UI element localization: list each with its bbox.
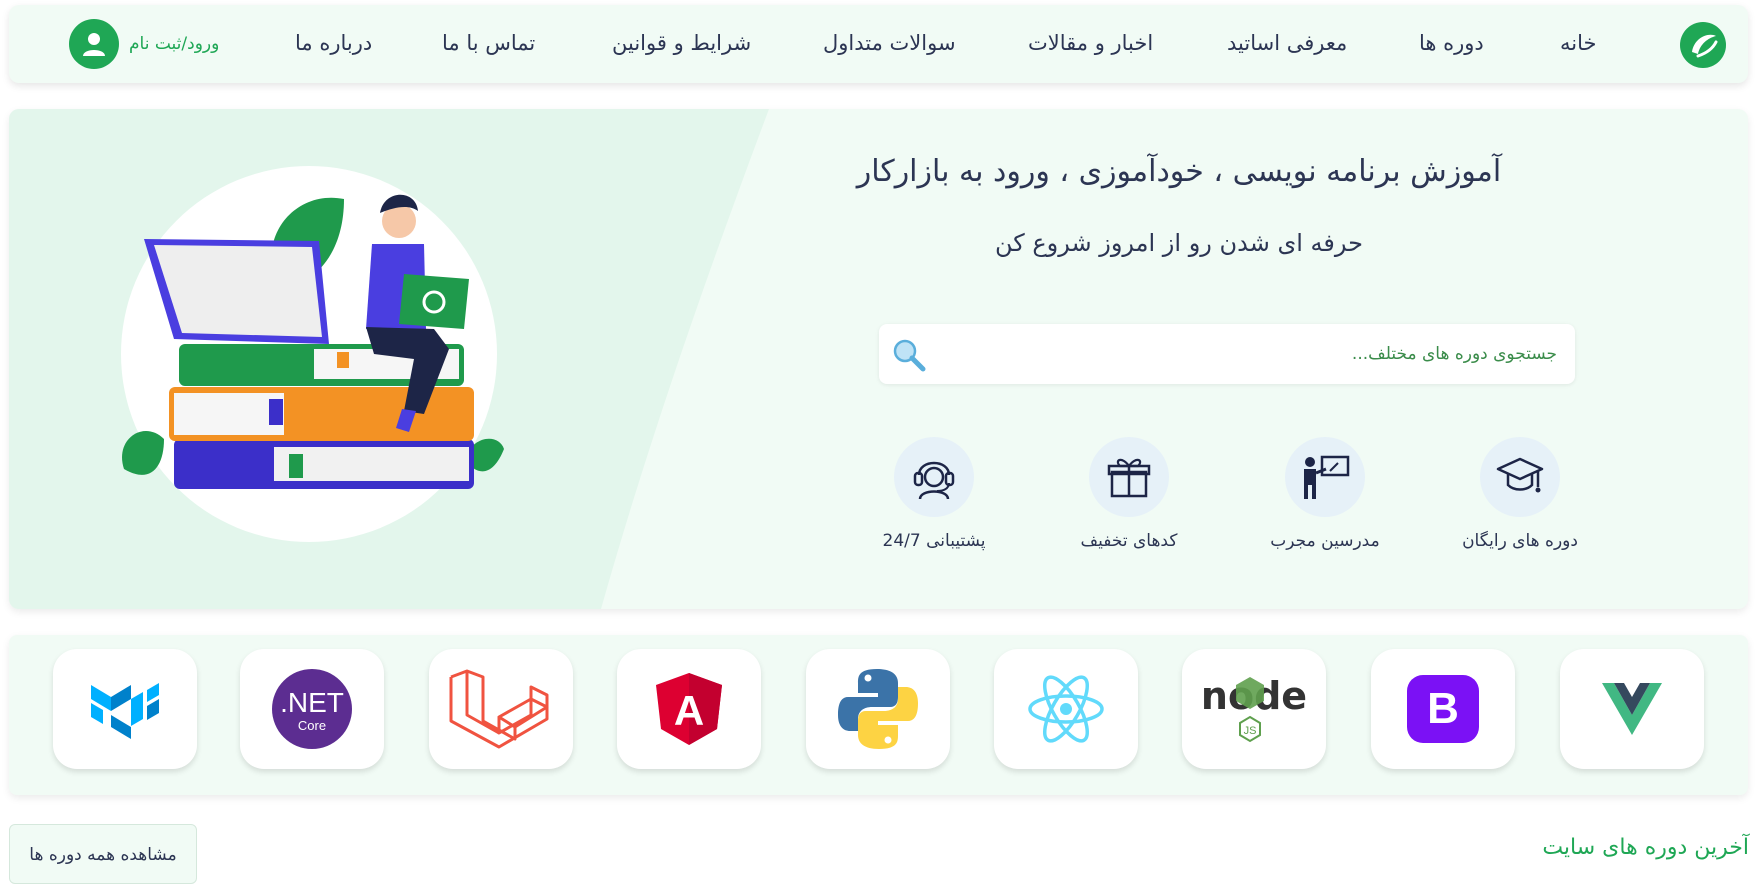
- hero-section: آموزش برنامه نویسی ، خودآموزی ، ورود به …: [9, 109, 1748, 609]
- top-navbar: خانه دوره ها معرفی اساتید اخبار و مقالات…: [9, 5, 1748, 83]
- react-logo: [1028, 675, 1104, 743]
- tech-card-python[interactable]: [806, 649, 950, 769]
- technology-logos-band: B node JS A: [9, 635, 1748, 795]
- svg-text:Core: Core: [298, 718, 326, 733]
- feature-free-courses[interactable]: دوره های رایگان: [1450, 437, 1590, 551]
- latest-courses-title: آخرین دوره های سایت: [1542, 835, 1749, 860]
- view-all-courses-button[interactable]: مشاهده همه دوره ها: [9, 824, 197, 884]
- course-search-input[interactable]: [955, 343, 1559, 365]
- svg-text:B: B: [1427, 684, 1459, 733]
- python-logo: [838, 669, 918, 749]
- graduation-cap-icon: [1480, 437, 1560, 517]
- nav-courses[interactable]: دوره ها: [1419, 31, 1484, 55]
- svg-text:JS: JS: [1244, 725, 1257, 737]
- dotnet-core-logo: .NET Core: [272, 669, 352, 749]
- feature-discount-codes-label: کدهای تخفیف: [1080, 531, 1178, 551]
- nav-contact[interactable]: تماس با ما: [442, 31, 535, 55]
- feature-support[interactable]: پشتیبانی 24/7: [864, 437, 1004, 551]
- vue-logo: [1602, 683, 1662, 735]
- tech-card-vue[interactable]: [1560, 649, 1704, 769]
- feature-instructors-label: مدرسین مجرب: [1270, 531, 1380, 551]
- gift-icon: [1089, 437, 1169, 517]
- login-label: ورود/ثبت نام: [129, 34, 220, 54]
- feature-support-label: پشتیبانی 24/7: [882, 531, 986, 551]
- svg-text:A: A: [674, 687, 704, 734]
- tech-card-nodejs[interactable]: node JS: [1182, 649, 1326, 769]
- nodejs-logo: node JS: [1201, 674, 1307, 743]
- login-register-button[interactable]: ورود/ثبت نام: [69, 18, 219, 70]
- tech-card-material-ui[interactable]: [53, 649, 197, 769]
- brand-logo-icon[interactable]: [1678, 20, 1728, 70]
- tech-card-dotnet-core[interactable]: .NET Core: [240, 649, 384, 769]
- hero-title: آموزش برنامه نویسی ، خودآموزی ، ورود به …: [856, 154, 1502, 189]
- bootstrap-logo: B: [1407, 675, 1479, 743]
- tech-card-laravel[interactable]: [429, 649, 573, 769]
- svg-text:.NET: .NET: [280, 687, 344, 718]
- student-on-books-illustration: [104, 149, 524, 549]
- hero-subtitle: حرفه ای شدن رو از امروز شروع کن: [995, 229, 1363, 257]
- tech-card-bootstrap[interactable]: B: [1371, 649, 1515, 769]
- headset-support-icon: [894, 437, 974, 517]
- tech-card-react[interactable]: [994, 649, 1138, 769]
- user-icon: [69, 19, 119, 69]
- tech-card-angular[interactable]: A: [617, 649, 761, 769]
- feature-instructors[interactable]: مدرسین مجرب: [1255, 437, 1395, 551]
- feature-discount-codes[interactable]: کدهای تخفیف: [1059, 437, 1199, 551]
- nav-terms[interactable]: شرایط و قوانین: [612, 31, 751, 55]
- nav-instructors[interactable]: معرفی اساتید: [1227, 31, 1347, 55]
- nav-about[interactable]: درباره ما: [295, 31, 372, 55]
- nav-faq[interactable]: سوالات متداول: [823, 31, 956, 55]
- nav-news[interactable]: اخبار و مقالات: [1028, 31, 1153, 55]
- magnifier-icon[interactable]: [892, 338, 926, 372]
- material-ui-logo: [91, 683, 159, 739]
- angular-logo: A: [656, 673, 722, 745]
- teacher-board-icon: [1285, 437, 1365, 517]
- laravel-logo: [449, 669, 549, 749]
- nav-home[interactable]: خانه: [1560, 31, 1596, 55]
- course-search-box: [879, 324, 1575, 384]
- feature-free-courses-label: دوره های رایگان: [1462, 531, 1578, 551]
